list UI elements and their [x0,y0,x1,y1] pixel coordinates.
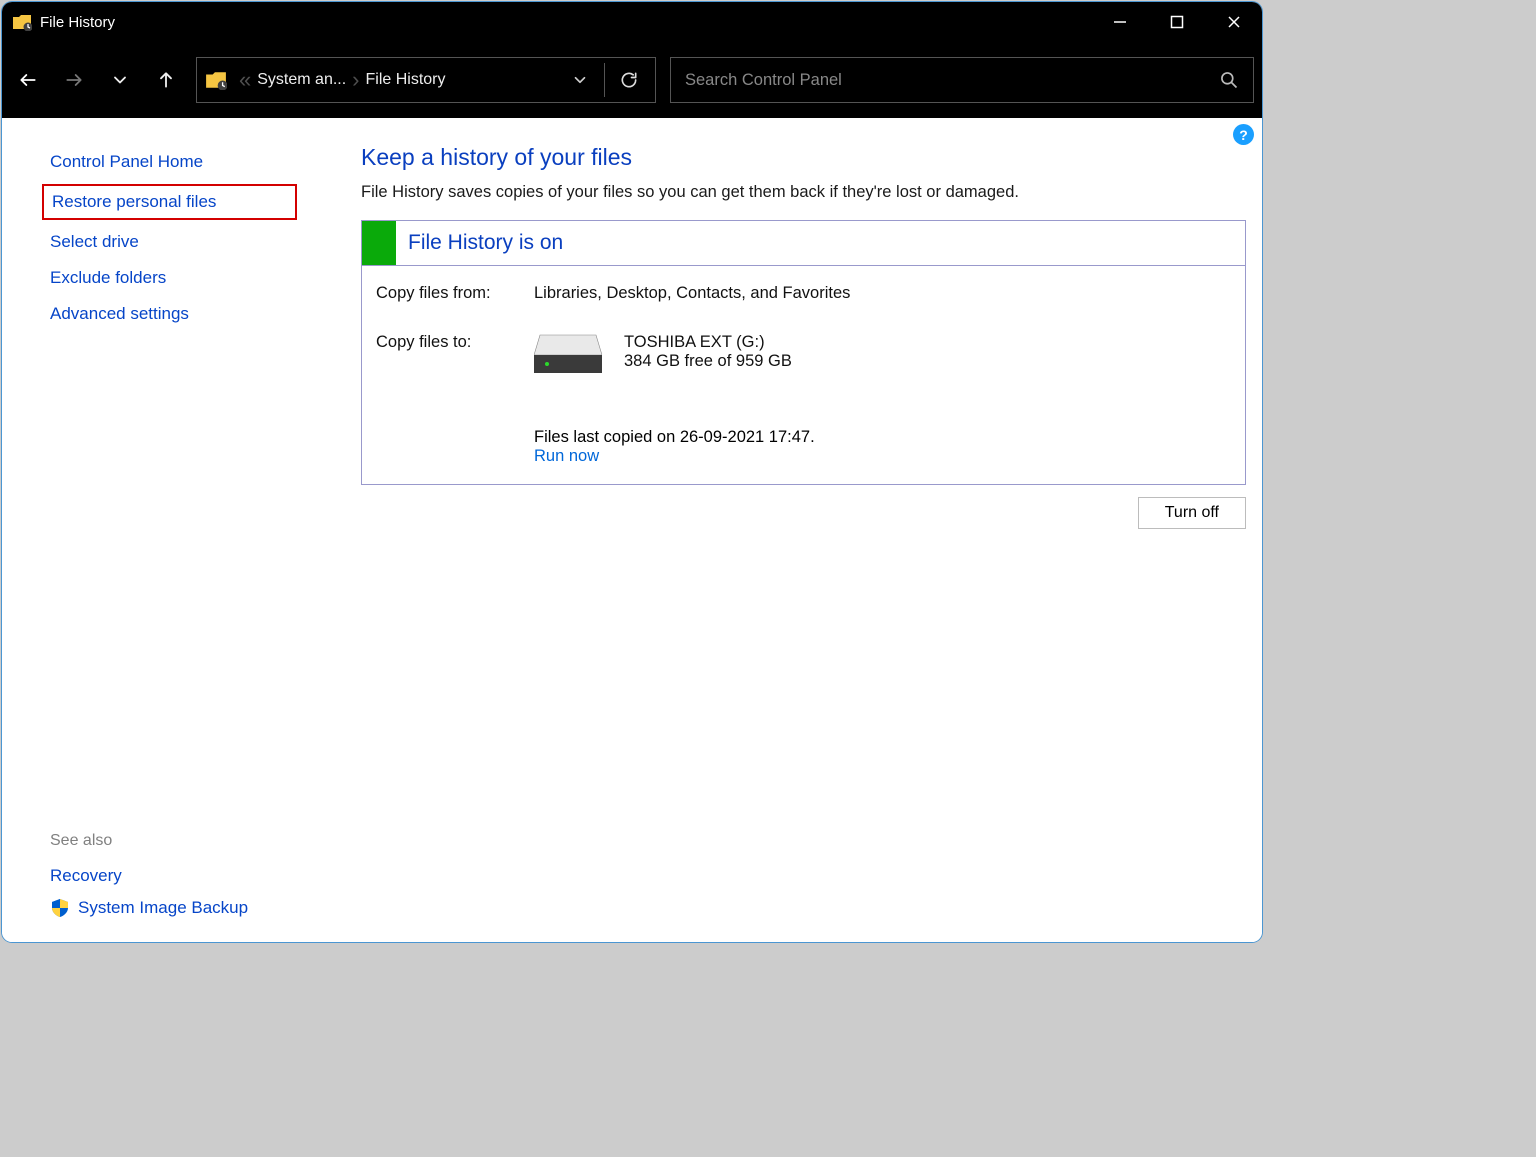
page-heading: Keep a history of your files [361,144,1246,171]
nav-back-button[interactable] [6,58,50,102]
breadcrumb-ellipsis[interactable]: « [239,67,251,93]
status-head: File History is on [362,221,1245,266]
breadcrumb-segment-2[interactable]: File History [366,71,446,89]
page-subtitle: File History saves copies of your files … [361,183,1246,202]
turn-off-button[interactable]: Turn off [1138,497,1246,529]
sidebar-recovery[interactable]: Recovery [50,858,337,894]
main-panel: Keep a history of your files File Histor… [337,118,1262,942]
shield-icon [50,898,70,918]
search-icon[interactable] [1219,70,1239,90]
run-now-link[interactable]: Run now [534,447,599,465]
sidebar-advanced-settings[interactable]: Advanced settings [50,296,337,332]
maximize-button[interactable] [1148,2,1205,42]
titlebar: File History [2,2,1262,42]
copy-to-label: Copy files to: [376,333,534,382]
separator [604,63,605,97]
copy-from-label: Copy files from: [376,284,534,303]
sidebar-restore-personal-files[interactable]: Restore personal files [42,184,297,220]
client-area: ? Control Panel Home Restore personal fi… [2,118,1262,942]
refresh-button[interactable] [609,60,649,100]
copy-from-value: Libraries, Desktop, Contacts, and Favori… [534,284,850,303]
breadcrumb-segment-1[interactable]: System an... [257,71,346,89]
minimize-button[interactable] [1091,2,1148,42]
nav-history-dropdown[interactable] [98,58,142,102]
search-bar[interactable] [670,57,1254,103]
address-history-dropdown[interactable] [560,60,600,100]
address-bar[interactable]: « System an... › File History [196,57,656,103]
sidebar-select-drive[interactable]: Select drive [50,224,337,260]
window-controls [1091,2,1262,42]
drive-free-space: 384 GB free of 959 GB [624,352,792,371]
address-folder-icon [205,70,227,90]
window-title: File History [40,14,115,31]
last-copied-text: Files last copied on 26-09-2021 17:47. [534,428,1245,447]
chevron-right-icon: › [352,67,359,93]
close-button[interactable] [1205,2,1262,42]
search-input[interactable] [685,71,1219,90]
status-title: File History is on [396,221,575,265]
app-icon [12,13,32,31]
status-indicator [362,221,396,265]
sidebar-exclude-folders[interactable]: Exclude folders [50,260,337,296]
see-also-heading: See also [50,824,337,858]
sidebar-system-image-backup[interactable]: System Image Backup [78,894,248,922]
help-icon[interactable]: ? [1233,124,1254,145]
sidebar-control-panel-home[interactable]: Control Panel Home [50,144,337,180]
sidebar: Control Panel Home Restore personal file… [2,118,337,942]
status-box: File History is on Copy files from: Libr… [361,220,1246,485]
drive-icon [534,333,602,382]
nav-forward-button[interactable] [52,58,96,102]
navbar: « System an... › File History [2,42,1262,118]
nav-up-button[interactable] [144,58,188,102]
drive-name: TOSHIBA EXT (G:) [624,333,792,352]
window: File History [2,2,1262,942]
